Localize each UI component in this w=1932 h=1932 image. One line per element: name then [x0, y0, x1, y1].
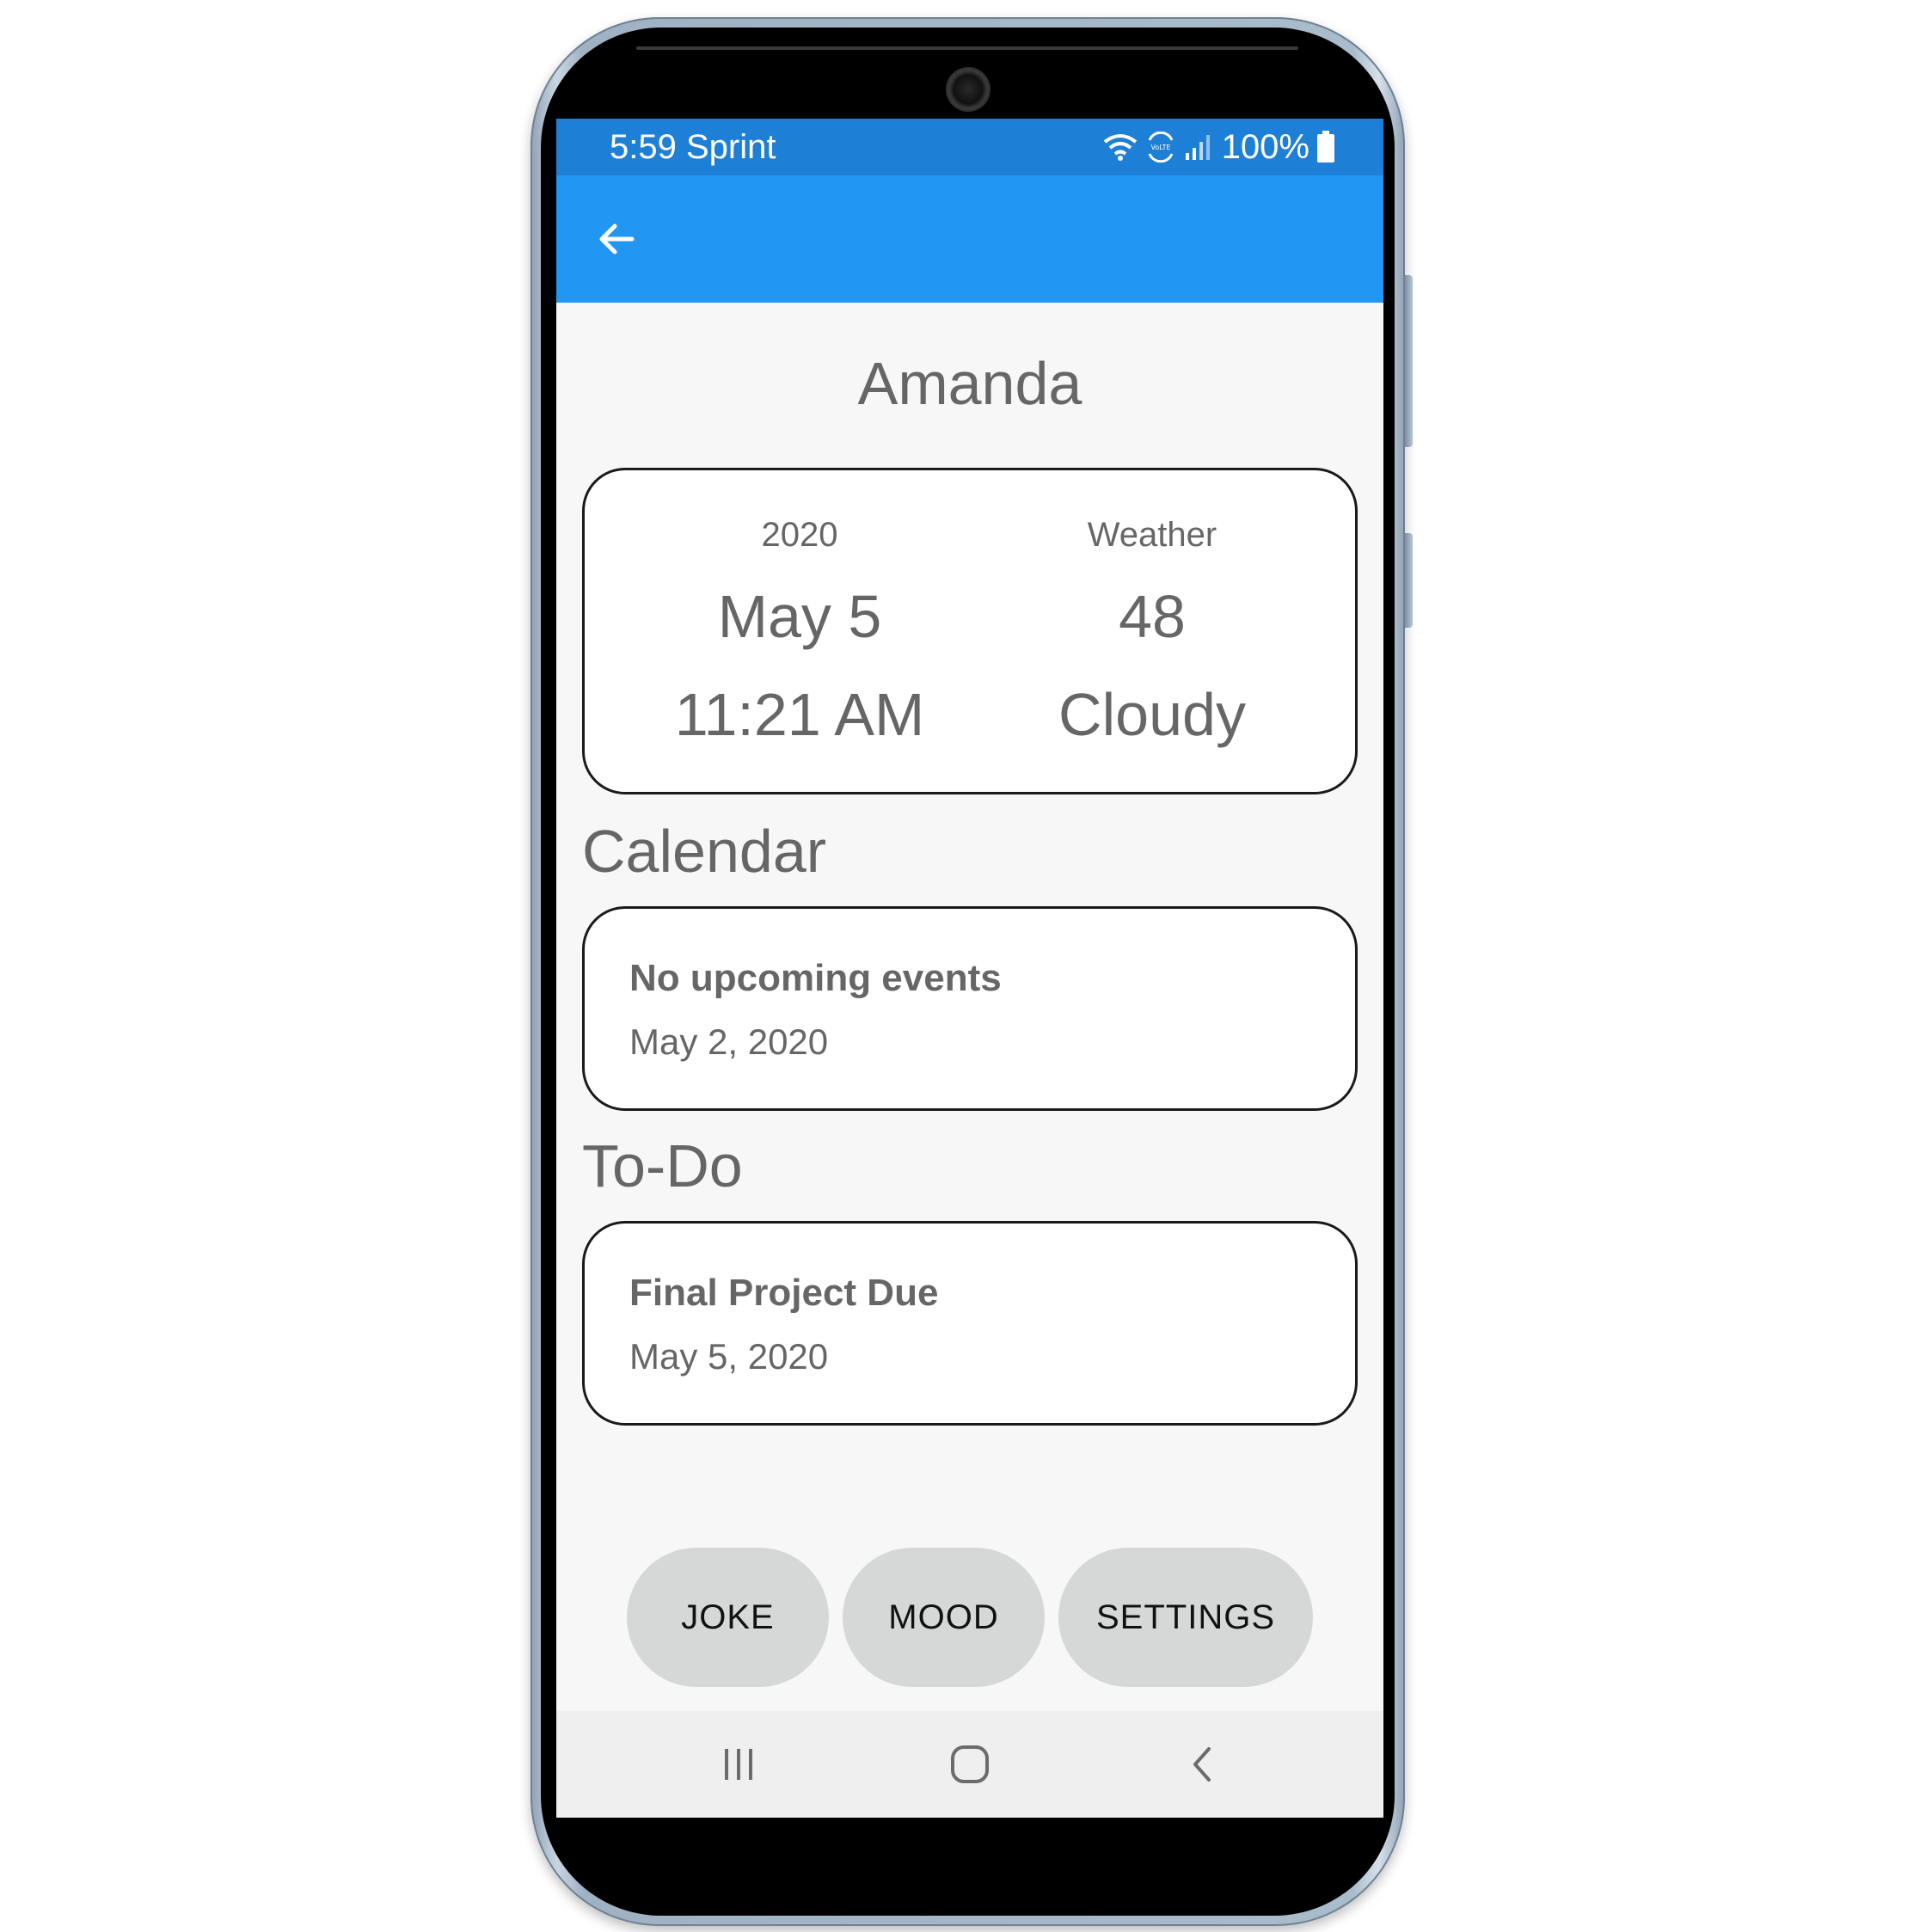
time-label: 11:21 AM — [674, 681, 925, 748]
year-label: 2020 — [761, 516, 838, 554]
mood-button[interactable]: MOOD — [843, 1548, 1045, 1687]
event-date: May 2, 2020 — [629, 1021, 829, 1062]
weather-label: Weather — [1087, 516, 1217, 554]
todo-heading: To-Do — [582, 1132, 743, 1199]
calendar-heading: Calendar — [582, 818, 827, 885]
date-label: May 5 — [717, 583, 882, 650]
app-bar — [556, 175, 1383, 303]
battery-percent: 100% — [1221, 127, 1309, 166]
user-name: Amanda — [857, 350, 1083, 417]
todo-item-title: Final Project Due — [629, 1272, 939, 1314]
battery-icon — [1317, 131, 1334, 163]
screen: 5:59 Sprint VoLTE 100% Amanda 2020 May 5… — [556, 119, 1383, 1818]
calendar-event-card[interactable]: No upcoming events May 2, 2020 — [582, 906, 1358, 1111]
home-icon — [951, 1745, 989, 1783]
back-icon — [1193, 1747, 1211, 1782]
todo-item-card[interactable]: Final Project Due May 5, 2020 — [582, 1221, 1358, 1426]
settings-button[interactable]: SETTINGS — [1058, 1548, 1313, 1687]
temperature-label: 48 — [1119, 583, 1186, 650]
home-button[interactable] — [940, 1737, 1000, 1792]
volume-button — [1405, 533, 1413, 628]
recents-button[interactable] — [708, 1737, 769, 1792]
date-weather-card: 2020 May 5 11:21 AM Weather 48 Cloudy — [582, 468, 1358, 794]
wifi-icon — [1103, 134, 1137, 161]
system-nav-bar — [556, 1711, 1383, 1818]
status-time-carrier: 5:59 Sprint — [610, 128, 776, 166]
volte-icon: VoLTE — [1147, 132, 1174, 163]
speaker-slit — [636, 46, 1298, 50]
front-camera — [946, 67, 991, 112]
svg-text:VoLTE: VoLTE — [1150, 144, 1170, 151]
arrow-left-icon[interactable] — [592, 215, 641, 263]
joke-button[interactable]: JOKE — [627, 1548, 829, 1687]
condition-label: Cloudy — [1058, 681, 1246, 748]
power-button — [1405, 275, 1413, 447]
event-title: No upcoming events — [629, 957, 1002, 999]
status-bar: 5:59 Sprint VoLTE 100% — [556, 119, 1383, 175]
status-icons: VoLTE 100% — [1103, 127, 1335, 167]
signal-icon — [1185, 135, 1210, 160]
back-button[interactable] — [1172, 1737, 1232, 1792]
todo-item-date: May 5, 2020 — [629, 1336, 829, 1377]
recents-icon — [725, 1749, 752, 1780]
